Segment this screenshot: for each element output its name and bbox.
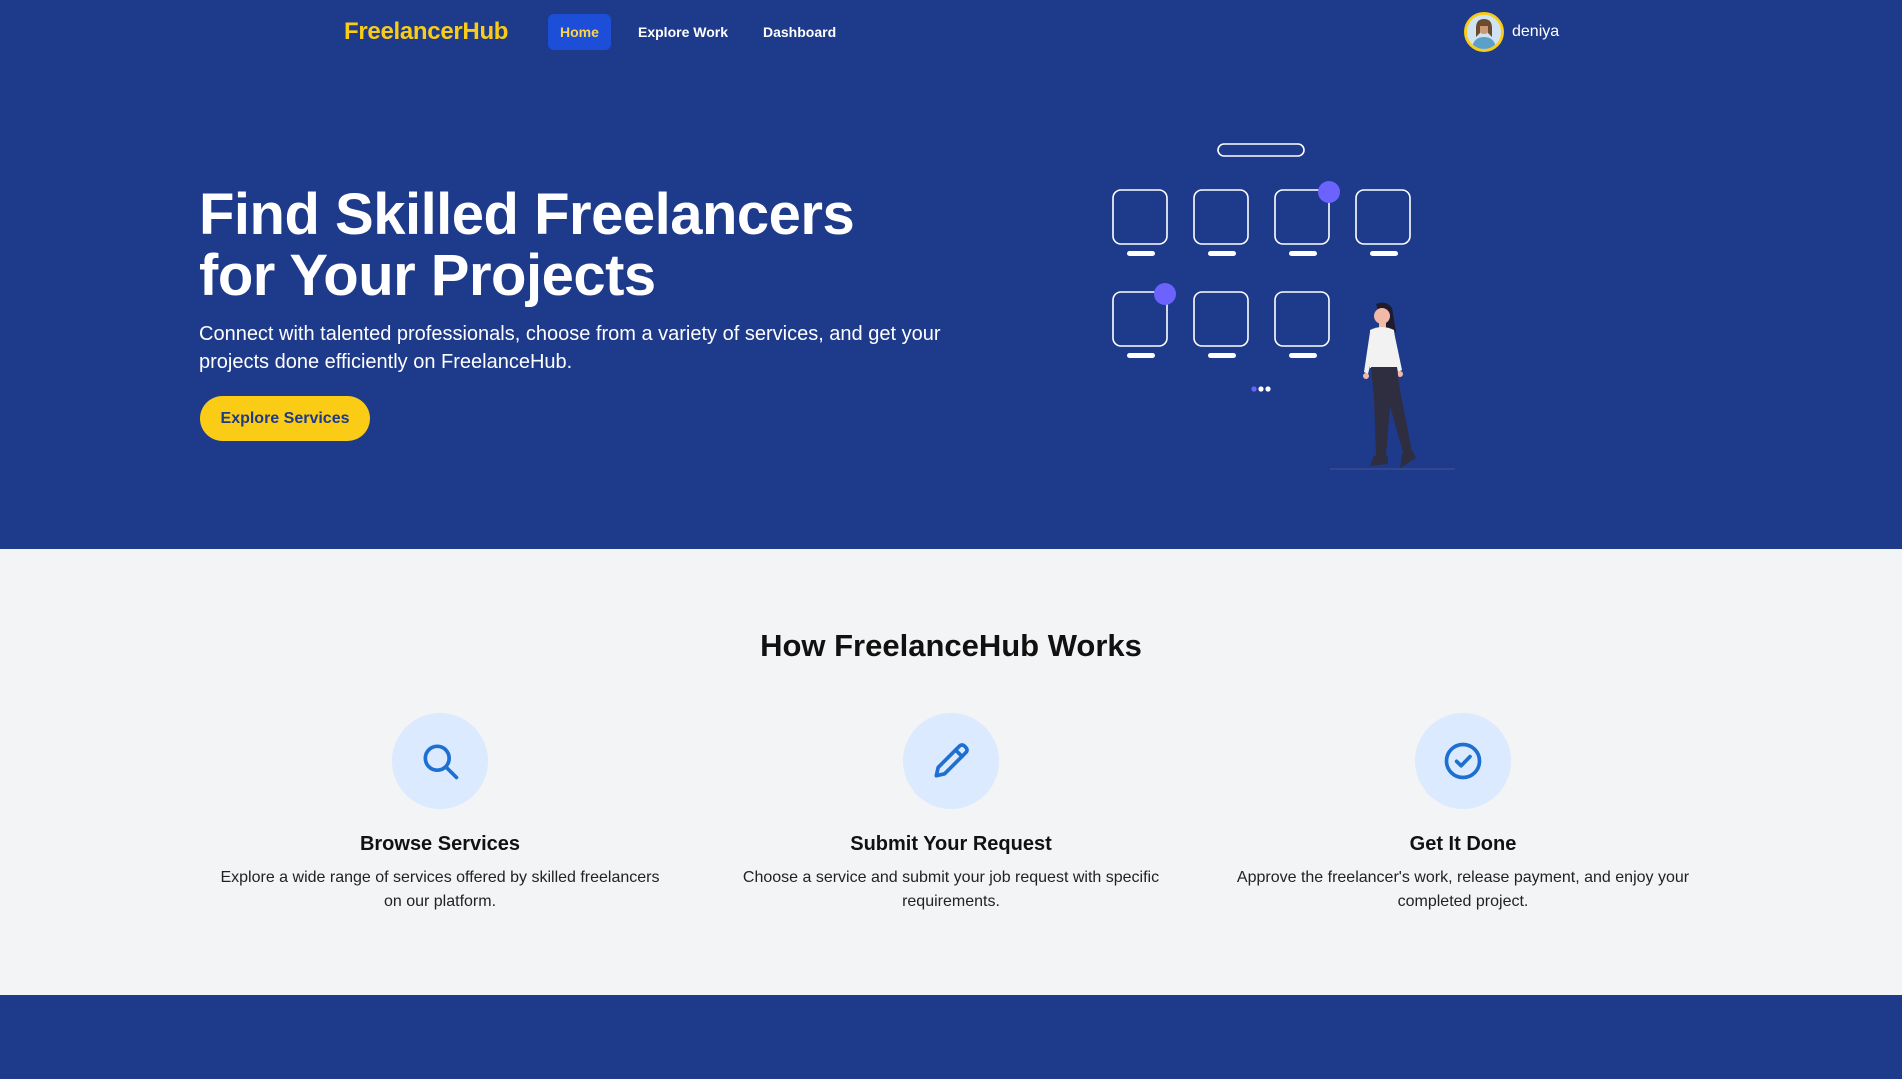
how-it-works-title: How FreelanceHub Works <box>760 628 1142 663</box>
step-title: Browse Services <box>359 833 521 855</box>
footer-band <box>0 995 1902 1079</box>
step-browse-services: Browse Services Explore a wide range of … <box>205 713 675 914</box>
user-menu[interactable]: deniya <box>1464 12 1559 52</box>
hero-title-line-2: for Your Projects <box>199 243 656 308</box>
nav-link-explore-work[interactable]: Explore Work <box>626 14 740 50</box>
step-title: Submit Your Request <box>850 833 1052 855</box>
how-it-works-section: How FreelanceHub Works Browse Services E… <box>0 549 1902 995</box>
hero-section: FreelancerHub Home Explore Work Dashboar… <box>0 0 1902 549</box>
brand-logo[interactable]: FreelancerHub <box>344 18 508 46</box>
step-get-it-done: Get It Done Approve the freelancer's wor… <box>1228 713 1698 914</box>
navbar: FreelancerHub Home Explore Work Dashboar… <box>0 0 1902 64</box>
step-description: Choose a service and submit your job req… <box>742 869 1160 910</box>
woman-with-screens-illustration <box>1112 143 1455 470</box>
explore-services-button[interactable]: Explore Services <box>200 396 370 441</box>
user-avatar-icon[interactable] <box>1464 12 1504 52</box>
pencil-icon <box>903 713 999 809</box>
step-title: Get It Done <box>1409 833 1517 855</box>
nav-link-dashboard[interactable]: Dashboard <box>751 14 848 50</box>
search-icon <box>392 713 488 809</box>
nav-link-home[interactable]: Home <box>548 14 611 50</box>
hero-subtitle: Connect with talented professionals, cho… <box>199 323 941 373</box>
step-submit-request: Submit Your Request Choose a service and… <box>716 713 1186 914</box>
hero-title-line-1: Find Skilled Freelancers <box>199 182 855 247</box>
check-circle-icon <box>1415 713 1511 809</box>
step-description: Approve the freelancer's work, release p… <box>1236 869 1690 910</box>
step-description: Explore a wide range of services offered… <box>220 869 660 910</box>
username: deniya <box>1512 23 1560 40</box>
hero-title: Find Skilled Freelancers for Your Projec… <box>199 184 979 306</box>
